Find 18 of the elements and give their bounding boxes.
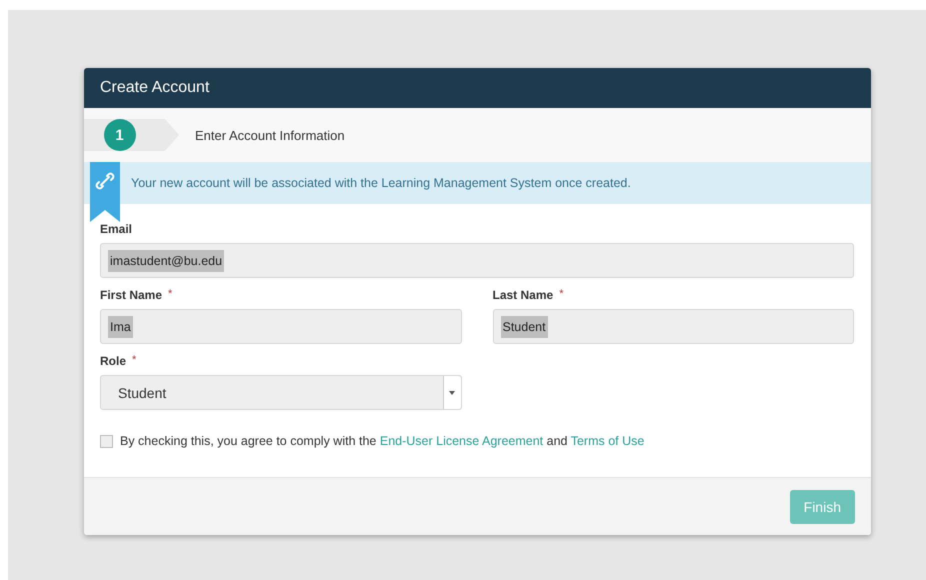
step-number: 1 [104,119,136,151]
required-mark: * [132,354,136,368]
field-label: Role [100,354,126,368]
window-title: Create Account [84,68,871,108]
required-mark: * [168,288,172,302]
field-label: Last Name [492,288,554,302]
role-dropdown[interactable]: Student [100,375,462,410]
field-label: First Name [100,288,162,302]
text-field[interactable]: Student [492,309,854,344]
field-label: Email [100,222,132,236]
text-field[interactable]: imastudent@bu.edu [100,243,854,278]
alert-message: Your new account will be associated with the Learning Management System once created. [131,176,631,190]
agreement-text: By checking this, you agree to comply with the End-User License Agreement and Terms of Use [120,434,644,448]
required-mark: * [559,288,564,302]
caret-icon [449,390,455,394]
text-field[interactable]: Ima [100,309,462,344]
agreement-checkbox[interactable] [100,434,113,448]
step-label: Enter Account Information [195,128,345,142]
